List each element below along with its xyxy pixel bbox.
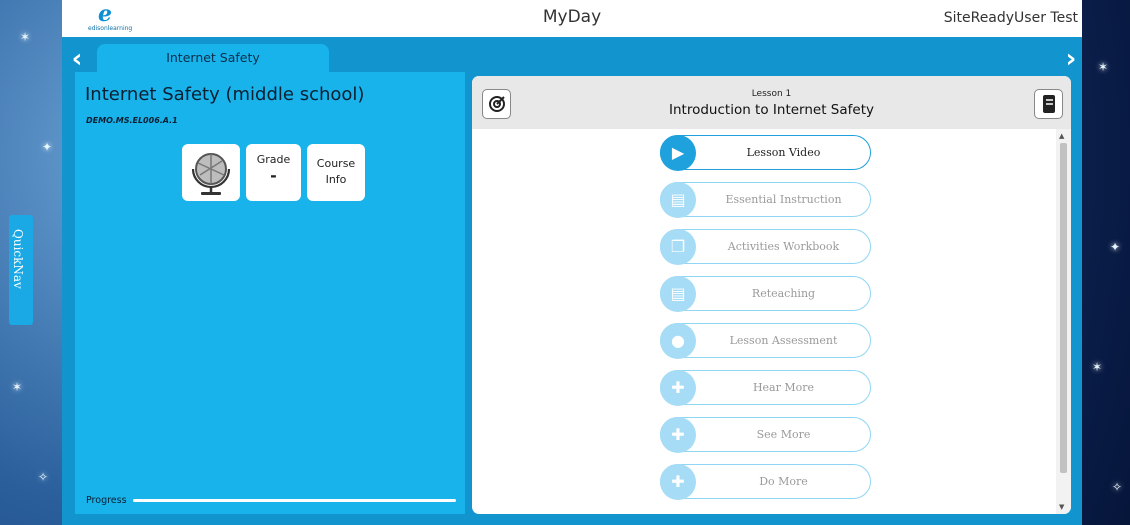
grade-tile[interactable]: Grade - — [246, 144, 301, 201]
sparkle-decoration: ✶ — [12, 380, 23, 394]
scroll-thumb[interactable] — [1060, 143, 1067, 473]
activity-essential-instruction-button[interactable]: ▤ Essential Instruction — [660, 182, 871, 218]
activity-label: Hear More — [752, 381, 815, 394]
sparkle-decoration: ✧ — [1112, 480, 1123, 494]
puzzle-icon: ✚ — [660, 464, 696, 500]
activity-do-more-button[interactable]: ✚ Do More — [660, 464, 871, 500]
pages-icon: ❐ — [660, 229, 696, 265]
apple-icon: ● — [660, 323, 696, 359]
book-icon: ▤ — [660, 182, 696, 218]
activity-label: Essential Instruction — [725, 193, 842, 206]
sparkle-decoration: ✦ — [42, 140, 53, 154]
globe-tile-button[interactable] — [182, 144, 240, 201]
activity-activities-workbook-button[interactable]: ❐ Activities Workbook — [660, 229, 871, 265]
course-title: Internet Safety (middle school) — [85, 84, 365, 105]
video-icon: ▶ — [660, 135, 696, 171]
activity-label: Reteaching — [751, 287, 816, 300]
activity-label: Do More — [759, 475, 808, 488]
tab-internet-safety[interactable]: Internet Safety — [97, 44, 329, 72]
lesson-header: Lesson 1 Introduction to Internet Safety — [472, 76, 1071, 129]
activity-label: Lesson Assessment — [729, 334, 838, 347]
next-arrow-icon[interactable]: › — [1062, 46, 1080, 72]
lesson-scrollbar[interactable]: ▲ ▼ — [1056, 129, 1071, 514]
sparkle-decoration: ✶ — [1092, 360, 1103, 374]
activity-hear-more-button[interactable]: ✚ Hear More — [660, 370, 871, 406]
globe-icon — [191, 153, 231, 195]
puzzle-icon: ✚ — [660, 370, 696, 406]
scroll-down-icon[interactable]: ▼ — [1059, 503, 1064, 511]
activity-see-more-button[interactable]: ✚ See More — [660, 417, 871, 453]
sparkle-decoration: ✶ — [20, 30, 31, 44]
puzzle-icon: ✚ — [660, 417, 696, 453]
notebook-icon-glyph — [1042, 95, 1055, 113]
course-info-line1: Course — [316, 157, 356, 170]
progress-bar — [133, 499, 456, 502]
activity-lesson-video-button[interactable]: ▶ Lesson Video — [660, 135, 871, 171]
progress-label: Progress — [86, 495, 127, 506]
sparkle-decoration: ✶ — [1098, 60, 1109, 74]
activity-label: See More — [756, 428, 811, 441]
activity-reteaching-button[interactable]: ▤ Reteaching — [660, 276, 871, 312]
prev-arrow-icon[interactable]: ‹ — [68, 46, 86, 72]
lesson-number: Lesson 1 — [751, 89, 792, 99]
notebook-icon[interactable] — [1034, 89, 1063, 119]
scroll-up-icon[interactable]: ▲ — [1059, 132, 1064, 140]
top-bar: e edisonlearning MyDay SiteReadyUser Tes… — [62, 0, 1082, 37]
user-menu[interactable]: SiteReadyUser Test — [944, 10, 1078, 26]
quicknav-button[interactable]: QuickNav — [9, 215, 33, 325]
activity-lesson-assessment-button[interactable]: ● Lesson Assessment — [660, 323, 871, 359]
course-info-line2: Info — [325, 173, 347, 186]
course-panel: Internet Safety (middle school) DEMO.MS.… — [75, 72, 465, 514]
lesson-title: Introduction to Internet Safety — [669, 102, 874, 118]
course-code: DEMO.MS.EL006.A.1 — [86, 116, 178, 125]
course-info-button[interactable]: Course Info — [307, 144, 365, 201]
quicknav-label: QuickNav — [11, 229, 25, 289]
sparkle-decoration: ✦ — [1110, 240, 1121, 254]
lesson-panel: Lesson 1 Introduction to Internet Safety… — [472, 76, 1071, 514]
grade-value: - — [270, 166, 277, 185]
app-title: MyDay — [542, 7, 602, 27]
book-icon: ▤ — [660, 276, 696, 312]
activity-label: Lesson Video — [746, 146, 821, 159]
activity-label: Activities Workbook — [727, 240, 840, 253]
sparkle-decoration: ✧ — [38, 470, 49, 484]
